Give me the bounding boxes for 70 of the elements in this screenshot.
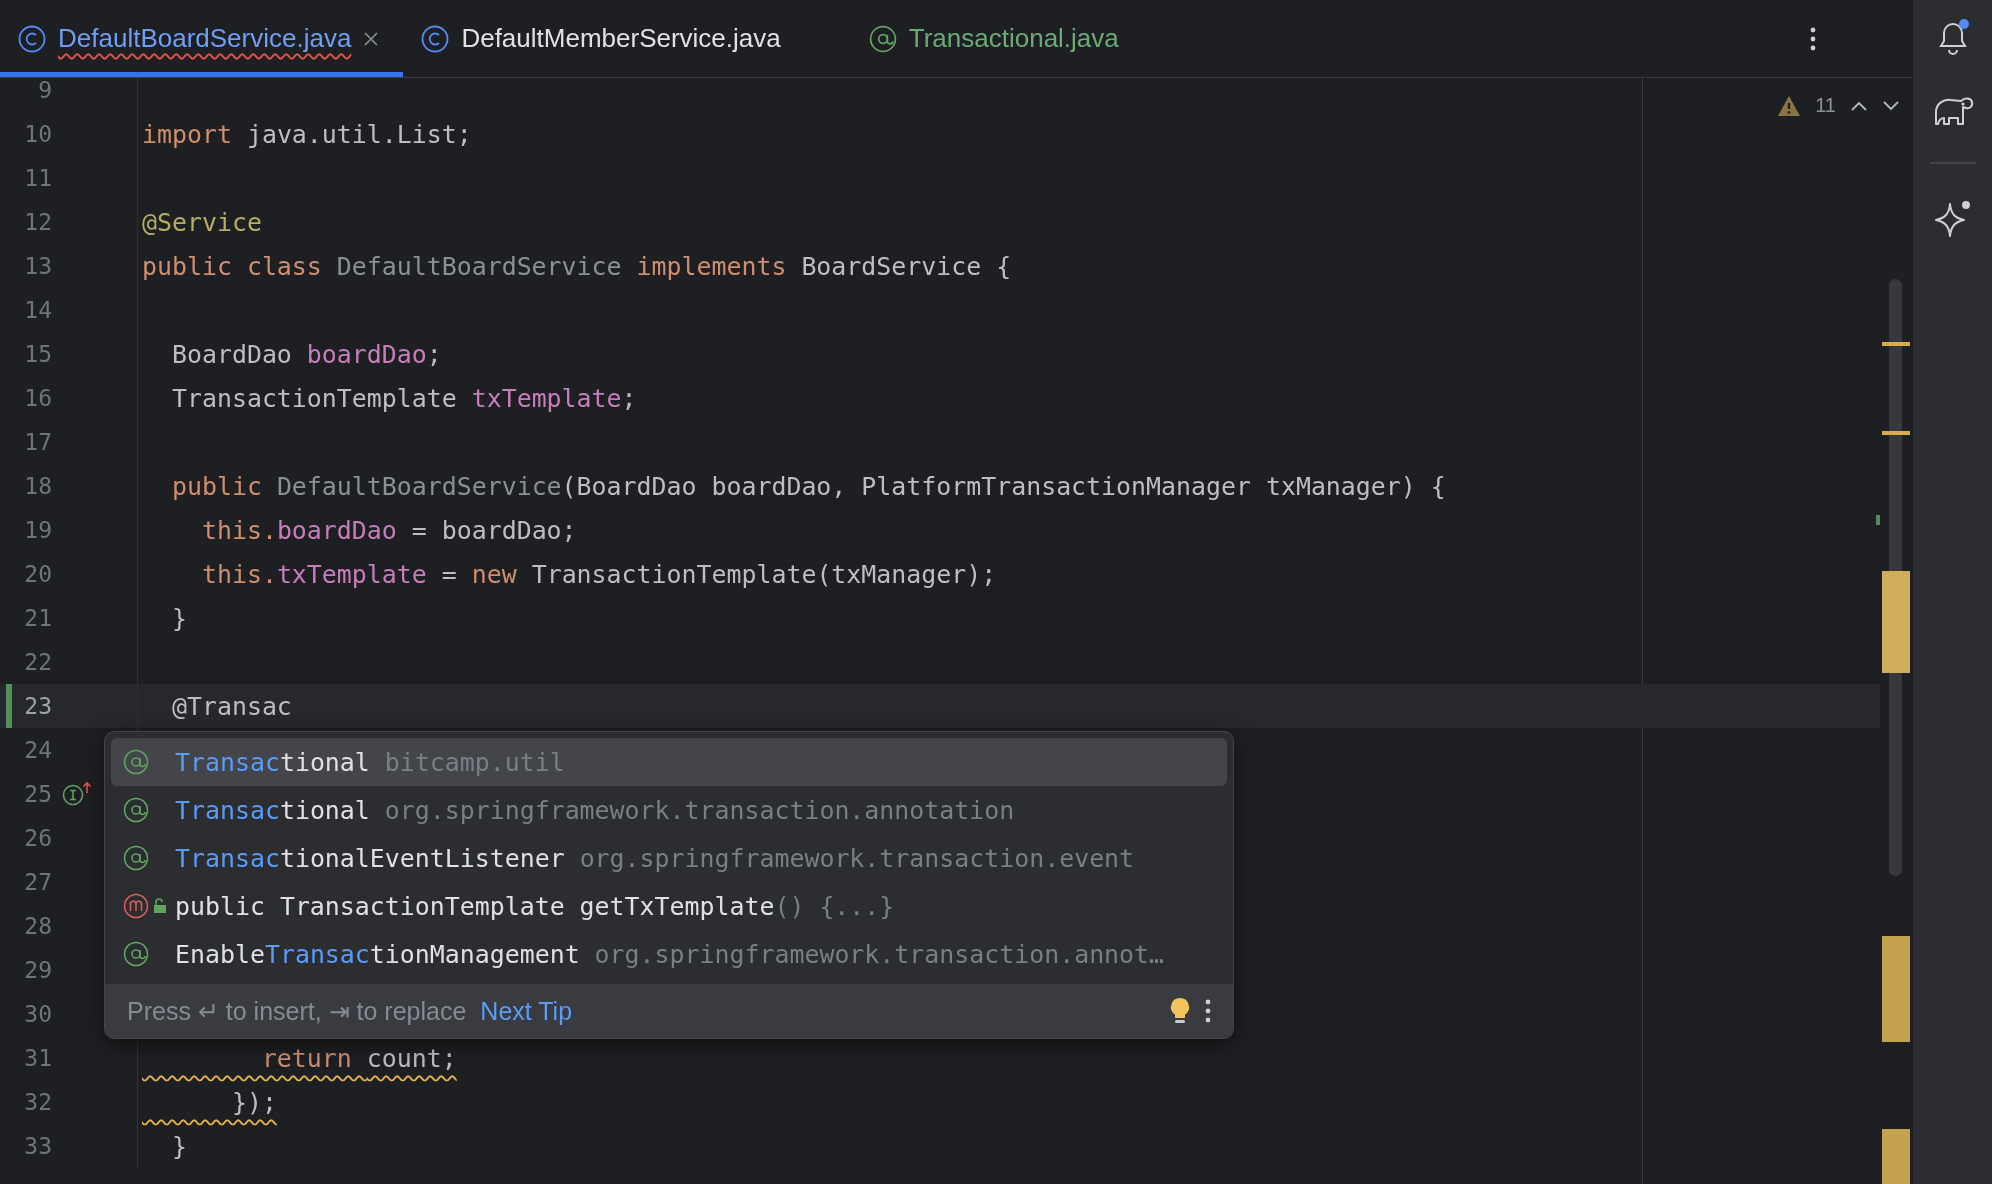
line-number: 13 (23, 253, 52, 279)
at-sign-icon (868, 24, 897, 53)
hint-text: Press ↵ to insert, ⇥ to replace (127, 996, 467, 1026)
warning-stripe-mark (1882, 342, 1910, 346)
line-number: 26 (23, 825, 52, 851)
close-icon[interactable] (363, 30, 380, 47)
line-number: 32 (23, 1089, 52, 1115)
line-number: 12 (23, 209, 52, 235)
code-line: this.txTemplate = new TransactionTemplate(txManager); (200, 559, 997, 589)
warning-stripe-mark (1882, 1129, 1910, 1184)
at-sign-icon (123, 749, 149, 775)
code-line: this.boardDao = boardDao; (200, 515, 577, 545)
code-line: @Transac (170, 691, 292, 721)
line-number: 31 (23, 1045, 52, 1071)
line-number: 14 (23, 297, 52, 323)
line-number: 27 (23, 869, 52, 895)
warning-icon[interactable] (1777, 94, 1802, 117)
line-number: 19 (23, 517, 52, 543)
code-line: @Service (142, 207, 262, 237)
light-bulb-icon[interactable] (1169, 997, 1191, 1025)
line-number: 21 (23, 605, 52, 631)
completion-item[interactable]: TransactionalEventListener org.springframework.transaction.event (111, 834, 1227, 882)
chevron-down-icon[interactable] (1882, 99, 1900, 112)
completion-item[interactable]: Transactional bitcamp.util (111, 738, 1227, 786)
line-number: 29 (23, 957, 52, 983)
line-number: 20 (23, 561, 52, 587)
completion-item[interactable]: EnableTransactionManagement org.springframework.transaction.annot… (111, 930, 1227, 978)
line-number: 25 (23, 781, 52, 807)
warning-count: 11 (1815, 94, 1836, 117)
completion-item[interactable]: Transactional org.springframework.transaction.annotation (111, 786, 1227, 834)
line-number: 24 (23, 737, 52, 763)
next-tip-link[interactable]: Next Tip (480, 996, 573, 1026)
code-line: BoardDao boardDao; (170, 339, 442, 369)
line-number: 28 (23, 913, 52, 939)
line-number: 17 (23, 429, 52, 455)
line-number: 30 (23, 1001, 52, 1027)
warning-stripe-mark (1882, 431, 1910, 435)
line-number: 11 (23, 165, 52, 191)
code-line: } (170, 603, 187, 633)
change-stripe-mark (1876, 515, 1880, 525)
line-number: 10 (23, 121, 52, 147)
interface-up-arrow-icon[interactable] (62, 781, 92, 807)
chevron-up-icon[interactable] (1850, 99, 1868, 112)
method-icon (123, 893, 149, 919)
line-number: 22 (23, 649, 52, 675)
code-line: return count; (260, 1043, 457, 1073)
line-number: 33 (23, 1133, 52, 1159)
code-line: import java.util.List; (142, 119, 472, 149)
line-number: 9 (37, 78, 52, 103)
editor-tab[interactable]: DefaultBoardService.java (0, 0, 404, 77)
class-icon (18, 24, 46, 53)
line-number: 15 (23, 341, 52, 367)
code-line: public class DefaultBoardService implements BoardService { (142, 251, 1012, 281)
code-line: TransactionTemplate txTemplate; (170, 383, 637, 413)
code-line: }); (230, 1087, 277, 1117)
line-number: 16 (23, 385, 52, 411)
code-line: public DefaultBoardService(BoardDao boardDao, PlatformTransactionManager txManager) { (170, 471, 1446, 501)
line-number: 23 (23, 693, 52, 719)
editor-tab[interactable]: DefaultMemberService.java (403, 0, 851, 77)
at-sign-icon (123, 797, 149, 823)
code-line: } (170, 1131, 187, 1161)
more-icon[interactable] (1810, 26, 1816, 51)
line-number: 18 (23, 473, 52, 499)
open-lock-icon (153, 898, 167, 914)
more-icon[interactable] (1205, 999, 1211, 1023)
at-sign-icon (123, 845, 149, 871)
class-icon (421, 24, 450, 53)
completion-item[interactable]: public TransactionTemplate getTxTemplate() {...} (111, 882, 1227, 930)
at-sign-icon (123, 941, 149, 967)
editor-tab[interactable]: Transactional.java (850, 0, 1189, 77)
